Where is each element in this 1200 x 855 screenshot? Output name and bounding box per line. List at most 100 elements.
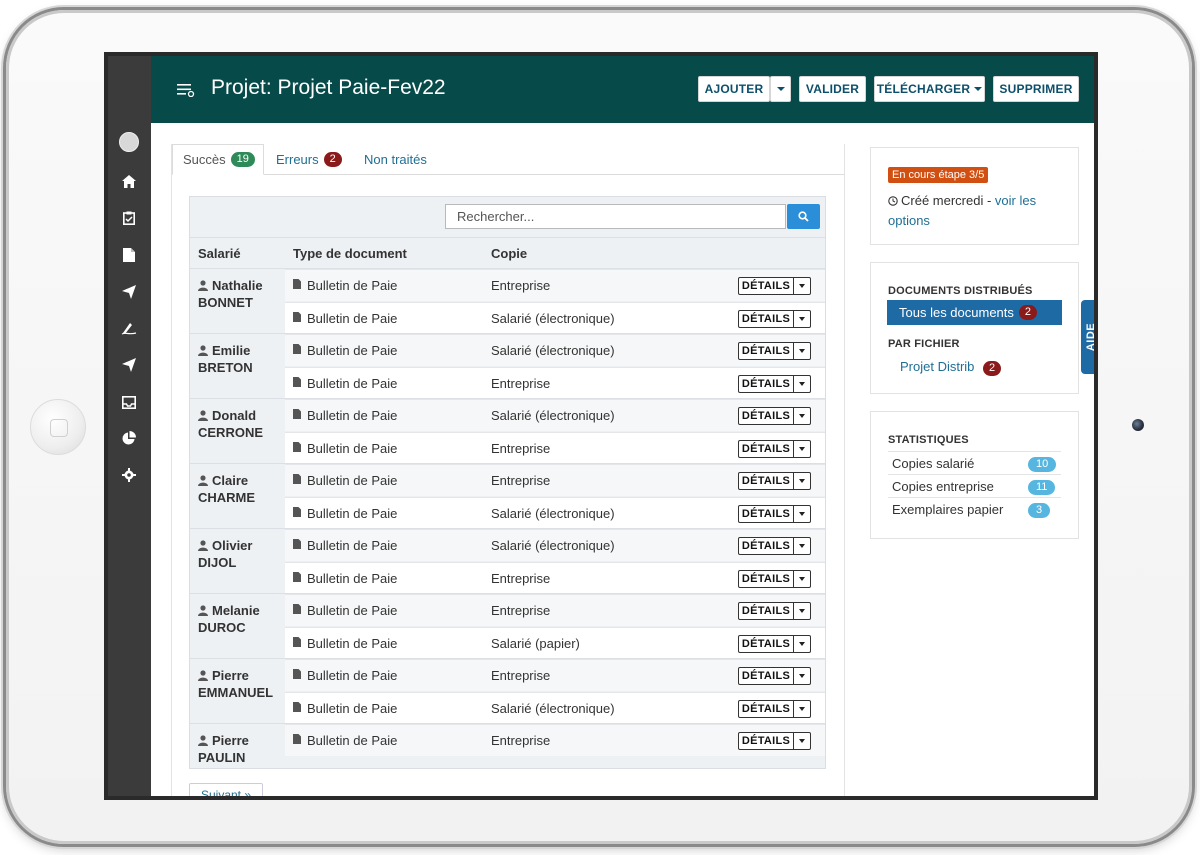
stat-badge: 11: [1028, 480, 1055, 495]
chevron-down-icon: [799, 642, 805, 646]
gear-icon[interactable]: [119, 465, 139, 485]
employee-first-name: Olivier: [212, 538, 252, 553]
tab-not-processed[interactable]: Non traités: [364, 144, 427, 175]
add-dropdown-button[interactable]: [770, 76, 791, 102]
column-header-copy[interactable]: Copie: [491, 246, 527, 261]
count-badge: 2: [1019, 305, 1037, 320]
pie-chart-icon[interactable]: [119, 428, 139, 448]
statistics-heading: STATISTIQUES: [888, 434, 969, 446]
chevron-down-icon: [799, 512, 805, 516]
chevron-down-icon: [974, 87, 982, 91]
document-copy: Entreprise: [491, 278, 550, 293]
employee-first-name: Pierre: [212, 668, 249, 683]
file-item[interactable]: Projet Distrib 2: [900, 359, 1001, 376]
details-dropdown[interactable]: [794, 311, 810, 327]
details-button-label: DÉTAILS: [739, 571, 794, 587]
tab-errors[interactable]: Erreurs 2: [276, 144, 342, 175]
document-type: Bulletin de Paie: [307, 636, 397, 651]
details-button[interactable]: DÉTAILS: [738, 375, 811, 393]
details-dropdown[interactable]: [794, 408, 810, 424]
employee-group: PierreEMMANUELBulletin de PaieEntreprise…: [190, 658, 825, 723]
clipboard-icon[interactable]: [119, 208, 139, 228]
file-icon: [293, 474, 301, 484]
chevron-down-icon: [799, 674, 805, 678]
avatar[interactable]: [119, 132, 139, 152]
chevron-down-icon: [799, 609, 805, 613]
user-icon: [198, 540, 208, 551]
next-page-label: Suivant »: [201, 788, 251, 800]
details-button[interactable]: DÉTAILS: [738, 440, 811, 458]
details-button[interactable]: DÉTAILS: [738, 310, 811, 328]
document-copy: Entreprise: [491, 473, 550, 488]
all-documents-item[interactable]: Tous les documents 2: [887, 300, 1062, 325]
send-icon[interactable]: [119, 355, 139, 375]
tab-success[interactable]: Succès 19: [172, 144, 264, 175]
table-row: Bulletin de PaieEntrepriseDÉTAILS: [285, 594, 825, 626]
column-header-employee[interactable]: Salarié: [198, 246, 241, 261]
count-badge: 2: [324, 152, 342, 167]
screen: Projet: Projet Paie-Fev22 AJOUTER VALIDE…: [104, 52, 1098, 800]
document-type: Bulletin de Paie: [307, 343, 397, 358]
add-button[interactable]: AJOUTER: [698, 76, 770, 102]
employee-name: NathalieBONNET: [198, 277, 288, 311]
details-dropdown[interactable]: [794, 668, 810, 684]
details-button[interactable]: DÉTAILS: [738, 277, 811, 295]
validate-button[interactable]: VALIDER: [799, 76, 866, 102]
details-button[interactable]: DÉTAILS: [738, 407, 811, 425]
menu-icon[interactable]: [177, 83, 195, 102]
home-button[interactable]: [30, 399, 86, 455]
employee-last-name: BRETON: [198, 360, 253, 375]
details-button[interactable]: DÉTAILS: [738, 700, 811, 718]
home-icon[interactable]: [119, 171, 139, 191]
user-icon: [198, 410, 208, 421]
signature-icon[interactable]: [119, 318, 139, 338]
file-icon: [293, 669, 301, 679]
search-button[interactable]: [787, 204, 820, 229]
delete-button[interactable]: SUPPRIMER: [993, 76, 1079, 102]
details-button-label: DÉTAILS: [739, 538, 794, 554]
tab-label: Non traités: [364, 152, 427, 167]
next-page-button[interactable]: Suivant »: [189, 783, 263, 800]
search-input[interactable]: Rechercher...: [445, 204, 786, 229]
all-documents-label: Tous les documents: [899, 305, 1014, 320]
status-badge: En cours étape 3/5: [888, 167, 988, 183]
details-dropdown[interactable]: [794, 376, 810, 392]
status-panel: En cours étape 3/5 Créé mercredi - voir …: [870, 147, 1079, 245]
send-icon[interactable]: [119, 282, 139, 302]
table-row: Bulletin de PaieSalarié (électronique)DÉ…: [285, 692, 825, 724]
file-icon[interactable]: [119, 245, 139, 265]
details-dropdown[interactable]: [794, 473, 810, 489]
details-dropdown[interactable]: [794, 278, 810, 294]
document-copy: Entreprise: [491, 441, 550, 456]
details-dropdown[interactable]: [794, 571, 810, 587]
details-dropdown[interactable]: [794, 701, 810, 717]
help-tab-label: AIDE: [1086, 323, 1098, 351]
details-button[interactable]: DÉTAILS: [738, 570, 811, 588]
help-tab[interactable]: AIDE: [1081, 300, 1098, 374]
details-dropdown[interactable]: [794, 733, 810, 749]
add-button-label: AJOUTER: [705, 82, 764, 96]
details-dropdown[interactable]: [794, 636, 810, 652]
file-icon: [293, 507, 301, 517]
column-header-document-type[interactable]: Type de document: [293, 246, 407, 261]
details-dropdown[interactable]: [794, 603, 810, 619]
details-button[interactable]: DÉTAILS: [738, 602, 811, 620]
table-row: Bulletin de PaieSalarié (électronique)DÉ…: [285, 399, 825, 431]
details-button-label: DÉTAILS: [739, 343, 794, 359]
details-button[interactable]: DÉTAILS: [738, 732, 811, 750]
details-button[interactable]: DÉTAILS: [738, 635, 811, 653]
details-button[interactable]: DÉTAILS: [738, 505, 811, 523]
details-button[interactable]: DÉTAILS: [738, 342, 811, 360]
inbox-icon[interactable]: [119, 392, 139, 412]
details-button-label: DÉTAILS: [739, 506, 794, 522]
download-button[interactable]: TÉLÉCHARGER: [874, 76, 985, 102]
details-button[interactable]: DÉTAILS: [738, 537, 811, 555]
details-button[interactable]: DÉTAILS: [738, 472, 811, 490]
details-dropdown[interactable]: [794, 343, 810, 359]
details-dropdown[interactable]: [794, 441, 810, 457]
documents-heading: DOCUMENTS DISTRIBUÉS: [888, 285, 1033, 297]
details-button[interactable]: DÉTAILS: [738, 667, 811, 685]
details-dropdown[interactable]: [794, 506, 810, 522]
file-icon: [293, 637, 301, 647]
details-dropdown[interactable]: [794, 538, 810, 554]
